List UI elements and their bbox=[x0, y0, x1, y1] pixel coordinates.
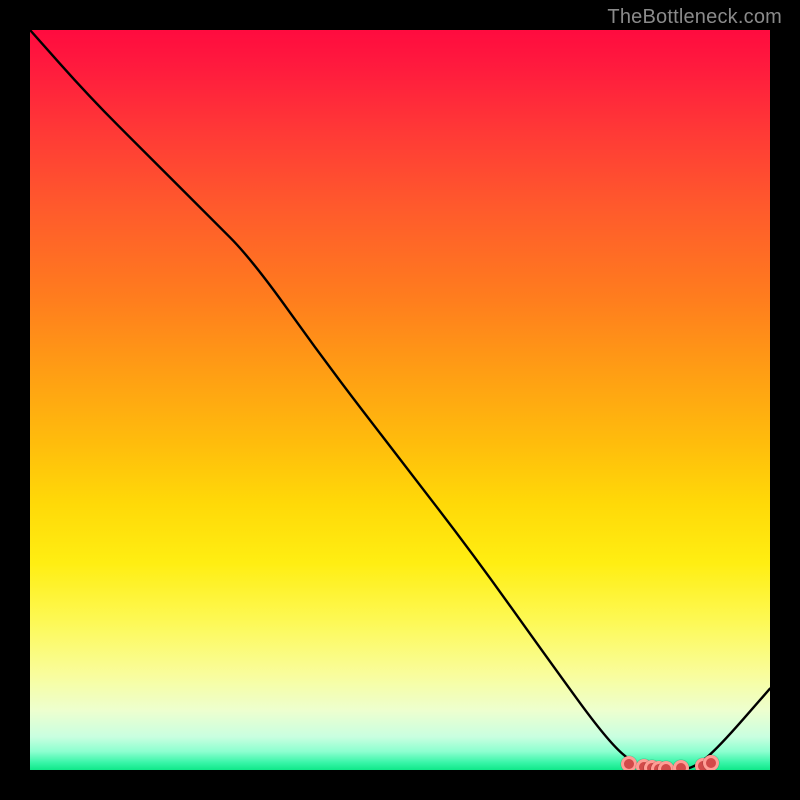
curve-path bbox=[30, 30, 770, 770]
plot-area bbox=[30, 30, 770, 770]
attribution-text: TheBottleneck.com bbox=[607, 6, 782, 29]
optimal-marker bbox=[621, 756, 637, 770]
bottleneck-curve bbox=[30, 30, 770, 770]
optimal-marker bbox=[703, 755, 719, 770]
chart-stage: TheBottleneck.com bbox=[0, 0, 800, 800]
